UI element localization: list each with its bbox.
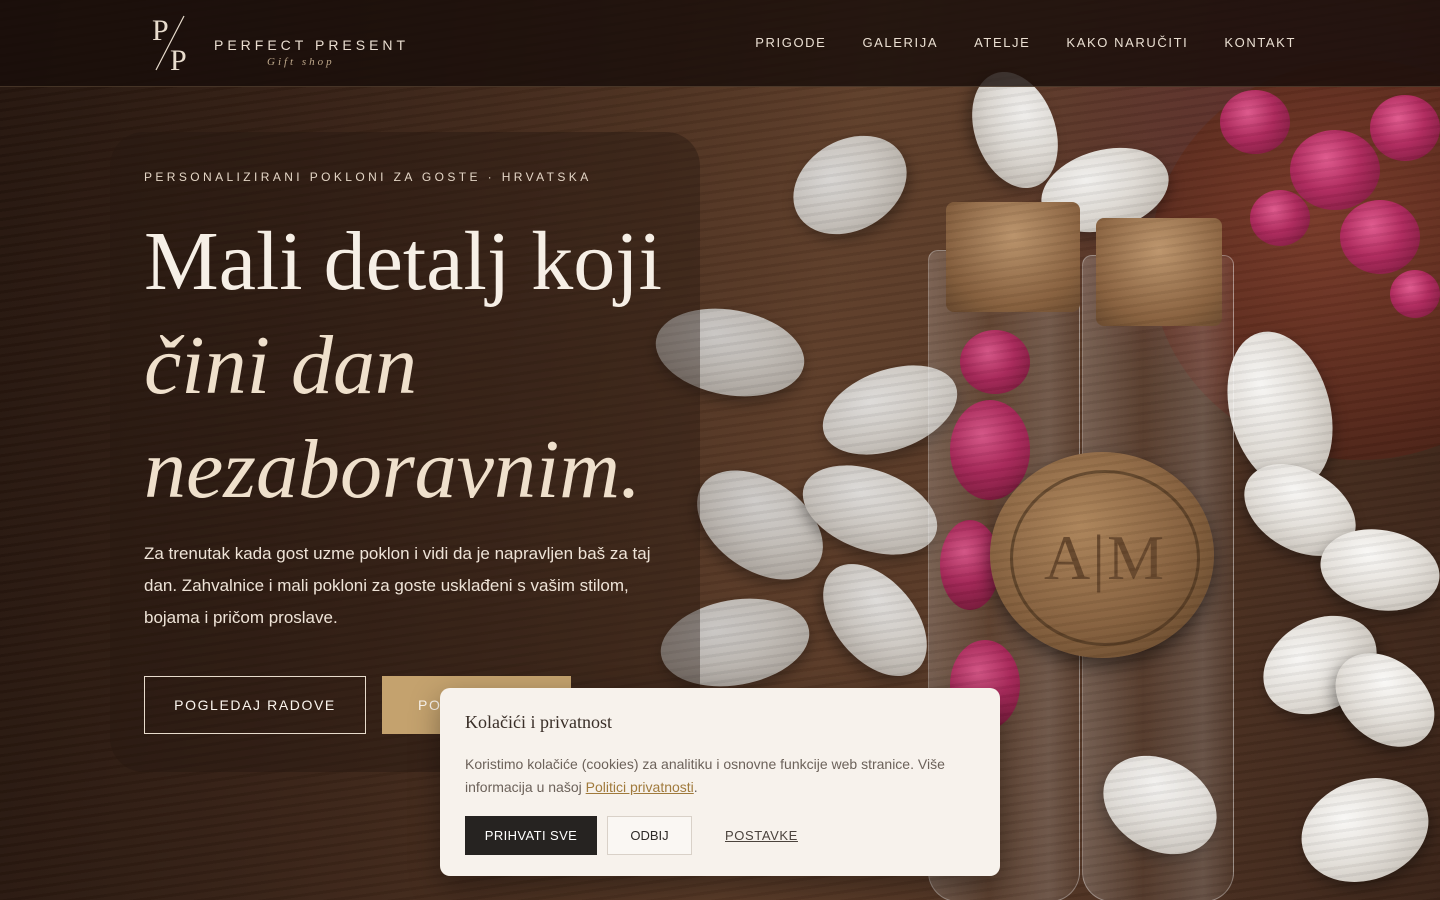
- hero-heading: Mali detalj koji čini dan nezaboravnim.: [144, 210, 662, 522]
- rose-bud: [1220, 90, 1290, 154]
- main-nav: PRIGODE GALERIJA ATELJE KAKO NARUČITI KO…: [755, 35, 1296, 50]
- cork-stopper: [946, 202, 1080, 312]
- view-work-button[interactable]: POGLEDAJ RADOVE: [144, 676, 366, 734]
- sugared-almond: [1210, 319, 1350, 501]
- sugared-almond: [1245, 596, 1395, 734]
- cookie-text-body: Koristimo kolačiće (cookies) za analitik…: [465, 756, 945, 795]
- cookie-title: Kolačići i privatnost: [465, 712, 612, 732]
- cookie-text: Koristimo kolačiće (cookies) za analitik…: [465, 753, 970, 799]
- sugared-almond: [1313, 520, 1440, 620]
- rose-bud: [1390, 270, 1440, 318]
- brand-logo[interactable]: P P PERFECT PRESENT Gift shop: [150, 10, 410, 76]
- sugared-almond: [775, 116, 925, 254]
- sugared-almond: [1228, 445, 1372, 575]
- nav-item-kako-naruciti[interactable]: KAKO NARUČITI: [1066, 35, 1188, 50]
- accept-all-button[interactable]: PRIHVATI SVE: [465, 816, 597, 855]
- rose-bud: [940, 520, 1000, 610]
- rose-bud: [1290, 130, 1380, 210]
- cookie-settings-link[interactable]: POSTAVKE: [725, 828, 798, 843]
- reject-button[interactable]: ODBIJ: [607, 816, 692, 855]
- seal-monogram: A|M: [1010, 470, 1200, 646]
- sugared-almond: [790, 448, 950, 572]
- privacy-policy-link[interactable]: Politici privatnosti: [586, 779, 694, 795]
- cookie-text-end: .: [693, 779, 698, 795]
- cookie-consent-dialog: Kolačići i privatnost Koristimo kolačiće…: [440, 688, 1000, 876]
- sugared-almond: [1317, 634, 1440, 766]
- sugared-almond: [810, 348, 970, 472]
- hero-heading-line1: Mali detalj koji: [144, 215, 662, 308]
- wax-seal: [990, 452, 1214, 658]
- sugared-almond: [1085, 736, 1235, 874]
- sugared-almond: [1286, 760, 1440, 900]
- rose-bud: [960, 330, 1030, 394]
- nav-item-kontakt[interactable]: KONTAKT: [1224, 35, 1296, 50]
- brand-tagline: Gift shop: [267, 56, 335, 68]
- cork-stopper: [1096, 218, 1222, 326]
- hero-eyebrow: PERSONALIZIRANI POKLONI ZA GOSTE · HRVAT…: [144, 170, 592, 184]
- nav-item-atelje[interactable]: ATELJE: [974, 35, 1030, 50]
- hero-heading-line3: nezaboravnim.: [144, 423, 641, 516]
- rose-bud: [950, 400, 1030, 500]
- pp-monogram-icon: P P: [152, 14, 187, 74]
- rose-bud: [1250, 190, 1310, 246]
- site-header: P P PERFECT PRESENT Gift shop PRIGODE GA…: [0, 0, 1440, 87]
- logo-initial-bottom: P: [170, 44, 187, 74]
- nav-item-prigode[interactable]: PRIGODE: [755, 35, 826, 50]
- hero-lead: Za trenutak kada gost uzme poklon i vidi…: [144, 544, 651, 627]
- hero-heading-line2: čini dan: [144, 319, 417, 412]
- rose-bud: [1370, 95, 1440, 161]
- cookie-actions: PRIHVATI SVE ODBIJ POSTAVKE: [465, 816, 798, 855]
- nav-item-galerija[interactable]: GALERIJA: [862, 35, 938, 50]
- sugared-almond: [1031, 134, 1179, 246]
- rose-bud: [1340, 200, 1420, 274]
- logo-initial-top: P: [152, 14, 169, 47]
- sugared-almond: [676, 447, 844, 603]
- sugared-almond: [802, 544, 948, 696]
- brand-name: PERFECT PRESENT: [214, 37, 410, 53]
- glass-vial: [1082, 255, 1234, 900]
- rose-bowl: [1150, 60, 1440, 460]
